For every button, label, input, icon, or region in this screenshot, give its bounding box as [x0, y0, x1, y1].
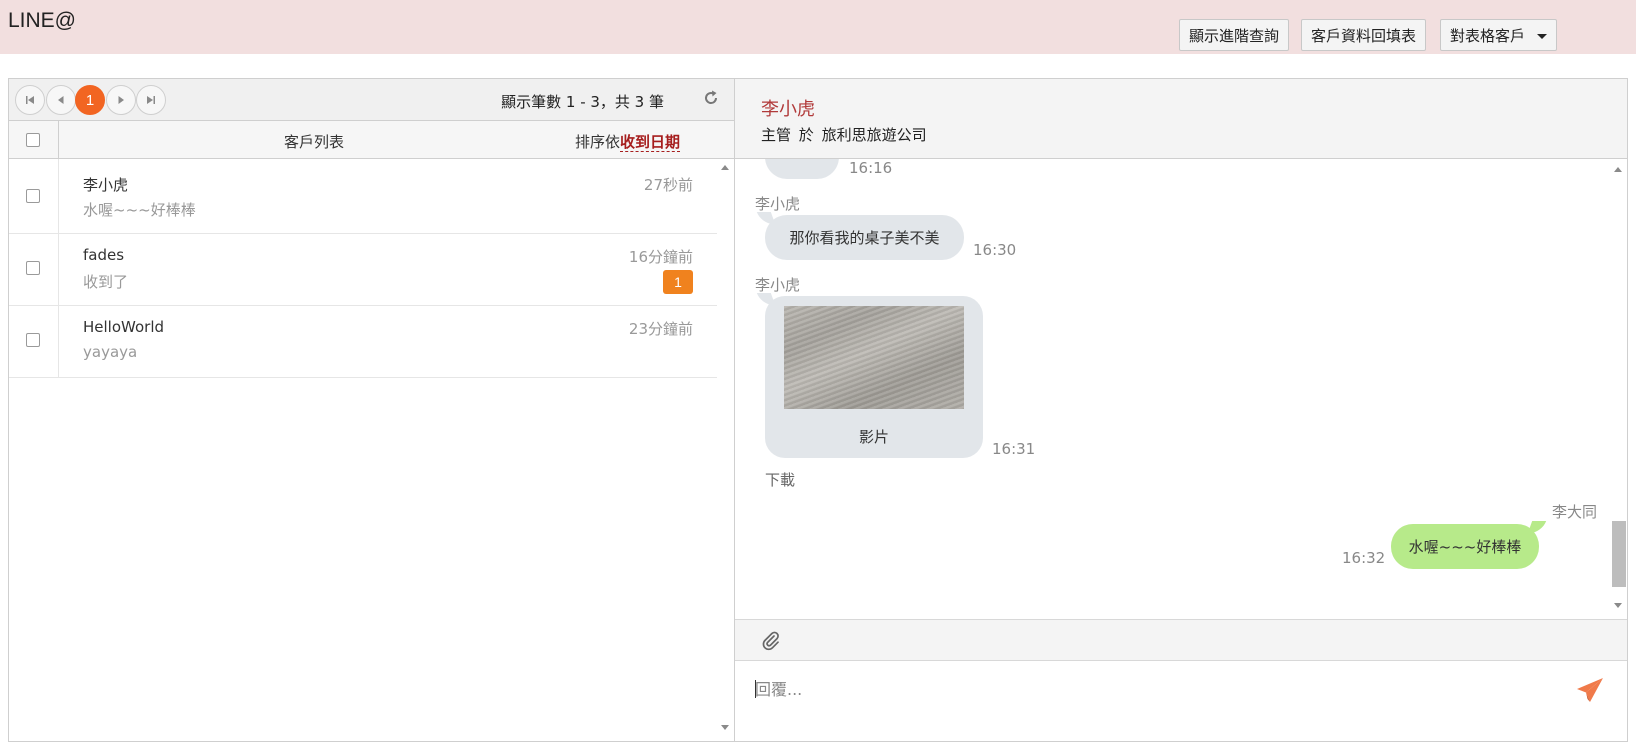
customer-name: 李小虎 [83, 176, 129, 194]
list-item[interactable]: fades 收到了 16分鐘前 1 [9, 231, 717, 306]
sort-field[interactable]: 收到日期 [619, 133, 680, 152]
scroll-down-icon[interactable] [721, 725, 729, 730]
download-link[interactable]: 下載 [765, 469, 795, 490]
message-bubble-partial [765, 159, 839, 179]
select-all-checkbox[interactable] [26, 133, 40, 147]
next-page-icon[interactable] [106, 85, 136, 115]
list-item[interactable]: 李小虎 水喔~~~好棒棒 27秒前 [9, 159, 717, 234]
chat-panel: 李小虎 主管 於 旅利思旅遊公司 16:16 李小虎 那你看我的桌子美不美 16… [734, 78, 1628, 742]
video-thumbnail[interactable] [784, 306, 964, 409]
list-scrollbar[interactable] [717, 159, 734, 741]
message-time: 16:30 [973, 241, 1017, 259]
sort-control[interactable]: 排序依收到日期 [575, 131, 680, 152]
message-bubble-outgoing: 水喔~~~好棒棒 [1391, 524, 1539, 569]
advanced-query-label: 顯示進階查詢 [1189, 26, 1280, 45]
row-checkbox[interactable] [26, 189, 40, 203]
contact-at: 於 [798, 126, 814, 144]
select-all-cell [9, 121, 59, 159]
message-time: 16:32 [1342, 549, 1386, 567]
row-checkbox-cell [9, 231, 59, 306]
message-text: 那你看我的桌子美不美 [789, 229, 940, 247]
last-page-icon[interactable] [136, 85, 166, 115]
customer-last-message: 水喔~~~好棒棒 [83, 201, 196, 219]
row-checkbox[interactable] [26, 261, 40, 275]
paperclip-icon[interactable] [761, 630, 781, 652]
page-button-current[interactable]: 1 [75, 85, 105, 115]
contact-name: 李小虎 [761, 99, 815, 120]
text-caret [755, 680, 756, 698]
chat-toolbar [735, 619, 1627, 661]
scroll-down-icon[interactable] [1614, 603, 1622, 608]
list-item[interactable]: HelloWorld yayaya 23分鐘前 [9, 303, 717, 378]
chevron-down-icon [1537, 33, 1548, 39]
customer-last-message: 收到了 [83, 273, 129, 291]
message-sender: 李大同 [1551, 503, 1597, 521]
refresh-icon[interactable] [702, 89, 720, 107]
contact-role: 主管 [761, 126, 792, 144]
message-time: 16:16 [849, 159, 893, 177]
target-customer-label: 對表格客戶 [1450, 26, 1526, 45]
customer-time: 16分鐘前 [628, 248, 693, 266]
message-time: 16:31 [992, 440, 1036, 458]
top-bar: LINE@ 顯示進階查詢 客戶資料回填表 對表格客戶 [0, 0, 1636, 54]
contact-info: 主管 於 旅利思旅遊公司 [761, 124, 927, 145]
message-sender: 李小虎 [755, 276, 801, 294]
list-title: 客戶列表 [284, 133, 345, 151]
advanced-query-button[interactable]: 顯示進階查詢 [1179, 19, 1290, 51]
customer-form-button[interactable]: 客戶資料回填表 [1301, 19, 1427, 51]
prev-page-icon[interactable] [46, 85, 76, 115]
row-checkbox[interactable] [26, 333, 40, 347]
customer-last-message: yayaya [83, 343, 138, 361]
customer-time: 23分鐘前 [628, 320, 693, 338]
media-bubble: 影片 [765, 296, 983, 458]
scroll-up-icon[interactable] [1614, 167, 1622, 172]
row-checkbox-cell [9, 303, 59, 378]
target-customer-dropdown[interactable]: 對表格客戶 [1440, 19, 1558, 51]
customer-list-panel: 1 顯示筆數 1 - 3，共 3 筆 客戶列表 排序依收到日期 李小虎 水喔~~… [8, 78, 735, 742]
message-text: 水喔~~~好棒棒 [1408, 538, 1522, 556]
pager-info: 顯示筆數 1 - 3，共 3 筆 [501, 93, 664, 111]
message-bubble: 那你看我的桌子美不美 [765, 215, 964, 260]
app-title: LINE@ [8, 9, 77, 32]
customer-list: 李小虎 水喔~~~好棒棒 27秒前 fades 收到了 16分鐘前 1 Hell… [9, 159, 717, 741]
send-icon[interactable] [1575, 676, 1605, 704]
scroll-up-icon[interactable] [721, 165, 729, 170]
reply-input[interactable] [751, 672, 1531, 732]
reply-box [735, 662, 1627, 741]
customer-name: fades [83, 246, 125, 264]
customer-time: 27秒前 [643, 176, 693, 194]
first-page-icon[interactable] [15, 85, 45, 115]
customer-form-label: 客戶資料回填表 [1311, 26, 1417, 45]
media-caption: 影片 [858, 428, 889, 446]
message-scrollbar[interactable] [1609, 159, 1627, 617]
row-checkbox-cell [9, 159, 59, 234]
message-area[interactable]: 16:16 李小虎 那你看我的桌子美不美 16:30 李小虎 影片 16:31 … [735, 159, 1609, 617]
chat-header: 李小虎 主管 於 旅利思旅遊公司 [735, 79, 1627, 159]
unread-badge: 1 [663, 270, 693, 294]
contact-company: 旅利思旅遊公司 [821, 126, 927, 144]
list-header: 客戶列表 排序依收到日期 [9, 121, 734, 159]
sort-prefix: 排序依 [574, 133, 620, 151]
scrollbar-thumb[interactable] [1612, 521, 1626, 587]
customer-name: HelloWorld [83, 318, 165, 336]
pager: 1 顯示筆數 1 - 3，共 3 筆 [9, 79, 734, 121]
message-sender: 李小虎 [755, 195, 801, 213]
